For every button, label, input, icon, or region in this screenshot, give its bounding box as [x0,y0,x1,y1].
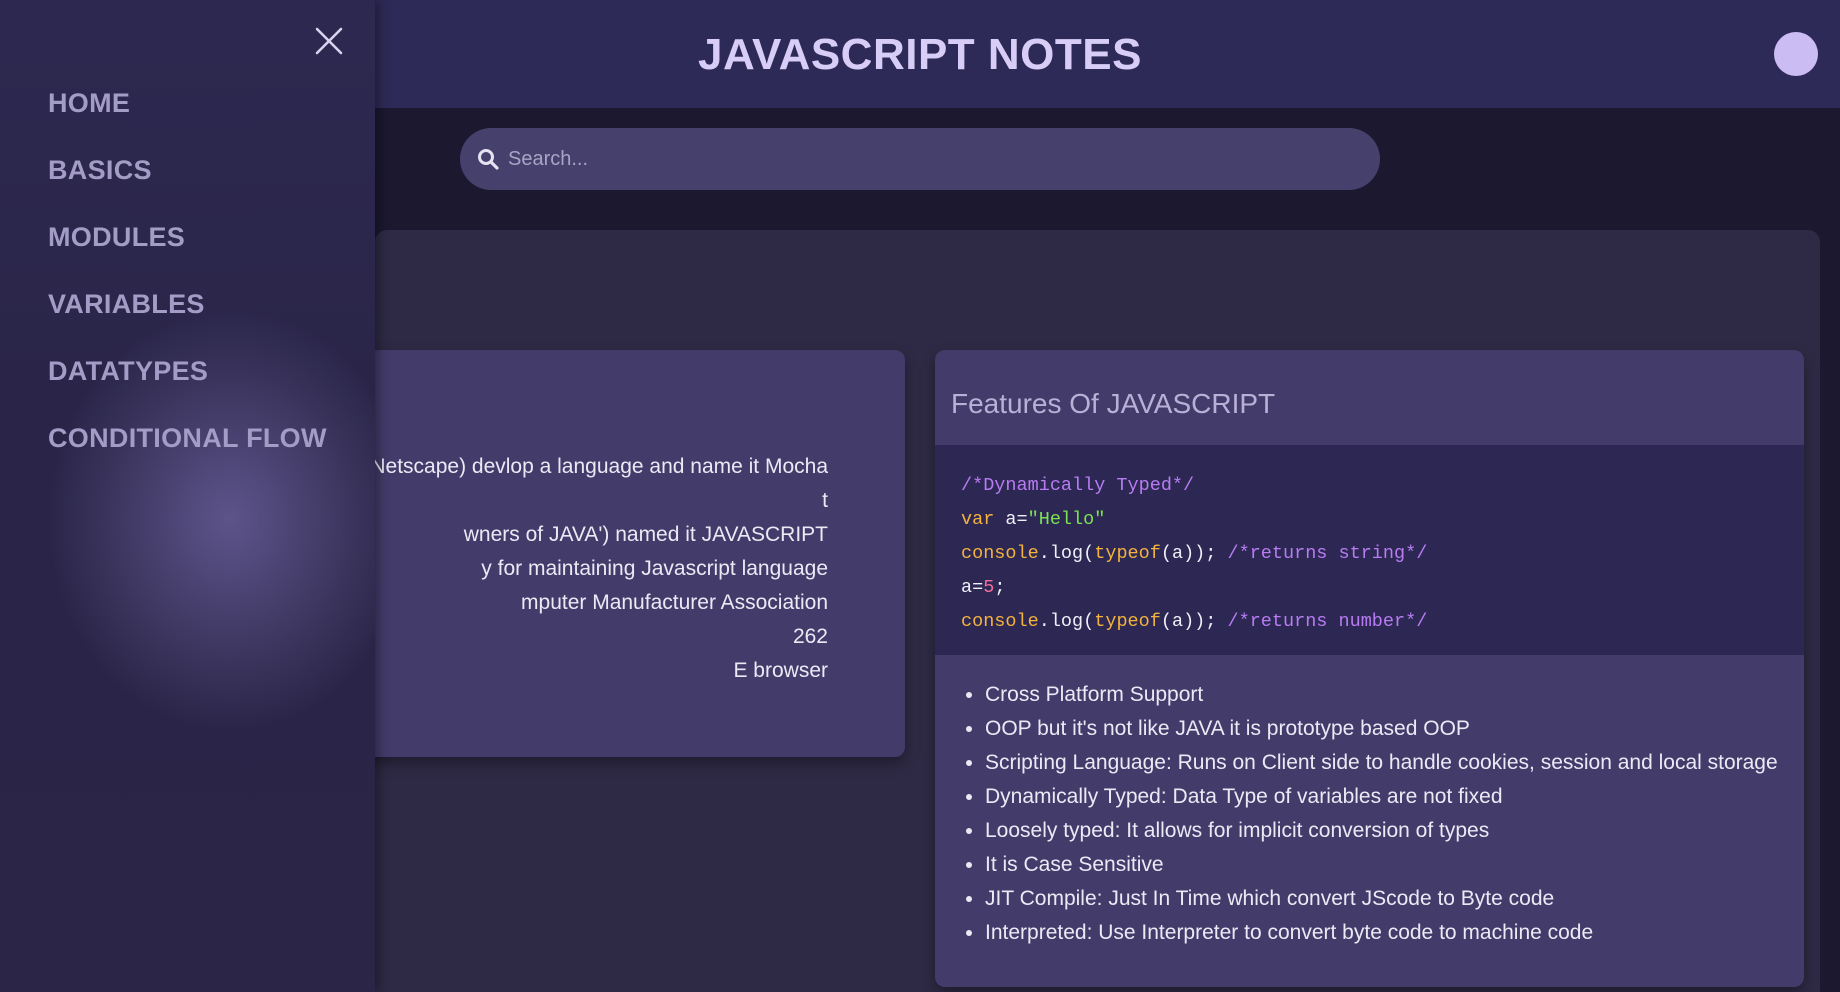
search-input[interactable] [508,128,1348,190]
code-text: (a)); [1160,543,1228,564]
code-text: ; [994,577,1006,598]
sidebar: HOME BASICS MODULES VARIABLES DATATYPES … [0,0,375,992]
list-item: Interpreted: Use Interpreter to convert … [985,916,1785,950]
sidebar-item-basics[interactable]: BASICS [48,149,327,216]
code-text: a= [994,509,1028,530]
code-keyword: typeof [1094,543,1161,564]
code-text: .log( [1038,611,1095,632]
code-block: /*Dynamically Typed*/ var a="Hello" cons… [935,445,1804,655]
code-comment: /*returns number*/ [1227,611,1428,632]
list-item: OOP but it's not like JAVA it is prototy… [985,712,1785,746]
list-item: Cross Platform Support [985,678,1785,712]
sidebar-item-datatypes[interactable]: DATATYPES [48,350,327,417]
code-comment: /*returns string*/ [1227,543,1428,564]
sidebar-item-modules[interactable]: MODULES [48,216,327,283]
sidebar-item-variables[interactable]: VARIABLES [48,283,327,350]
close-icon[interactable] [312,24,346,58]
code-line: var a="Hello" [961,503,1778,537]
code-line: a=5; [961,571,1778,605]
code-line: console.log(typeof(a)); /*returns number… [961,605,1778,639]
code-text: .log( [1038,543,1095,564]
avatar[interactable] [1774,32,1818,76]
sidebar-item-conditional-flow[interactable]: CONDITIONAL FLOW [48,417,327,484]
code-string: "Hello" [1027,509,1106,530]
list-item: Dynamically Typed: Data Type of variable… [985,780,1785,814]
search-icon [478,149,499,170]
code-comment: /*Dynamically Typed*/ [961,475,1195,496]
code-text: a= [961,577,984,598]
sidebar-item-home[interactable]: HOME [48,82,327,149]
sidebar-nav: HOME BASICS MODULES VARIABLES DATATYPES … [48,82,327,484]
list-item: JIT Compile: Just In Time which convert … [985,882,1785,916]
features-card: Features Of JAVASCRIPT /*Dynamically Typ… [935,350,1804,987]
features-list: Cross Platform Support OOP but it's not … [985,678,1785,950]
card-title: Features Of JAVASCRIPT [951,388,1276,419]
list-item: Scripting Language: Runs on Client side … [985,746,1785,780]
code-keyword: typeof [1094,611,1161,632]
list-item: Loosely typed: It allows for implicit co… [985,814,1785,848]
code-keyword: var [961,509,995,530]
search-bar [460,128,1380,190]
code-number: 5 [983,577,995,598]
code-keyword: console [961,543,1039,564]
code-line: /*Dynamically Typed*/ [961,469,1778,503]
list-item: It is Case Sensitive [985,848,1785,882]
code-line: console.log(typeof(a)); /*returns string… [961,537,1778,571]
code-keyword: console [961,611,1039,632]
code-text: (a)); [1160,611,1228,632]
